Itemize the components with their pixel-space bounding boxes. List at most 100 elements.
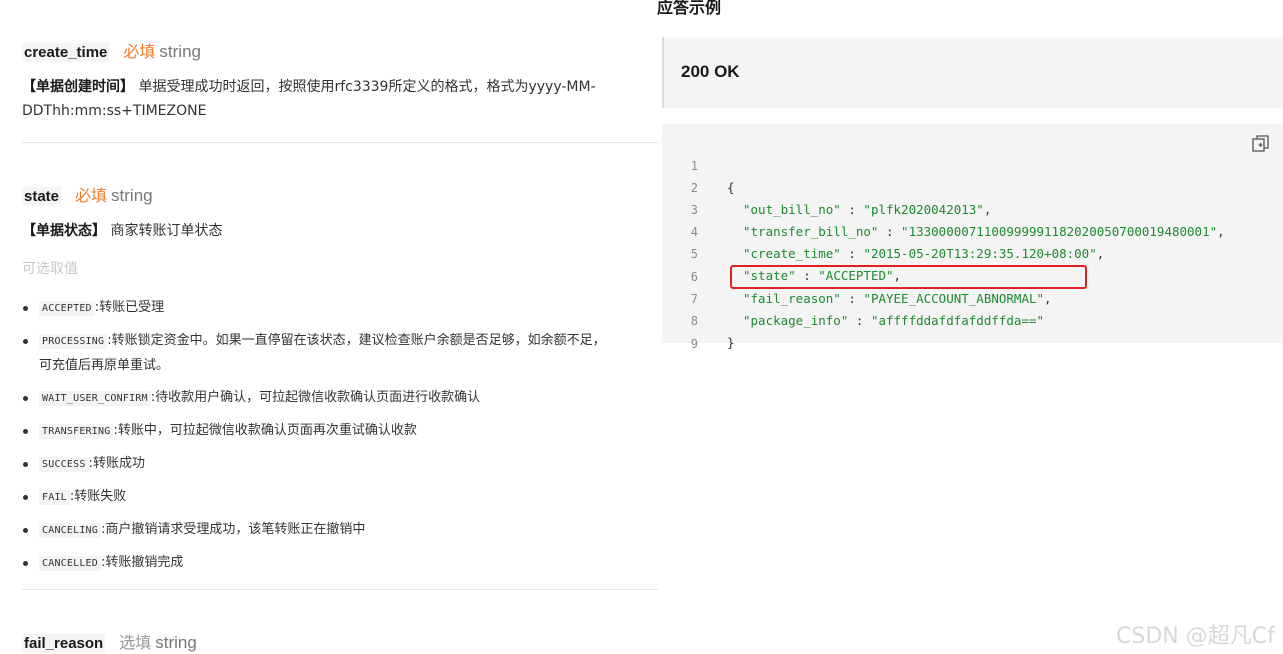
json-value: "133000007110099999118202005070001948000… [901, 224, 1218, 239]
code-line: 6 "fail_reason" : "PAYEE_ACCOUNT_ABNORMA… [662, 244, 1052, 306]
code-text: "transfer_bill_no" : "133000007110099999… [743, 221, 1225, 243]
json-key: "out_bill_no" [743, 202, 841, 217]
code-line: 7 "package_info" : "affffddafdfafddffda=… [662, 266, 1044, 328]
enum-text: 转账撤销完成 [105, 555, 184, 570]
enum-code: CANCELLED [39, 556, 101, 571]
json-colon: : [840, 246, 864, 261]
list-item: CANCELLED:转账撤销完成 [22, 551, 652, 576]
enum-text: 转账失败 [74, 489, 127, 504]
enum-text: 转账中，可拉起微信收款确认页面再次重试确认收款 [117, 423, 417, 438]
code-block: 1 { 2 "out_bill_no" : "plfk2020042013", … [662, 124, 1283, 351]
desc-text-cont: DDThh:mm:ss+TIMEZONE [22, 103, 207, 119]
param-create-time-header: create_time 必填 string [22, 38, 201, 62]
brace: { [727, 180, 735, 195]
json-comma: , [1044, 291, 1052, 306]
state-values-list: ACCEPTED:转账已受理 PROCESSING:转账锁定资金中。如果一直停留… [22, 296, 652, 584]
list-item: TRANSFERING:转账中，可拉起微信收款确认页面再次重试确认收款 [22, 419, 652, 444]
param-tag: 【单据状态】 [22, 223, 106, 239]
json-colon: : [878, 224, 902, 239]
list-item: CANCELING:商户撤销请求受理成功，该笔转账正在撤销中 [22, 518, 652, 543]
desc-text: 商家转账订单状态 [110, 223, 223, 239]
enum-code: SUCCESS [39, 457, 89, 472]
json-key: "fail_reason" [743, 291, 841, 306]
list-item: ACCEPTED:转账已受理 [22, 296, 652, 321]
json-key: "create_time" [743, 246, 841, 261]
json-key: "transfer_bill_no" [743, 224, 879, 239]
required-label: 必填 [123, 42, 156, 61]
enum-text: 转账已受理 [99, 300, 165, 315]
brace: } [727, 335, 735, 350]
list-item: FAIL:转账失败 [22, 485, 652, 510]
code-line: 8 } [662, 288, 735, 350]
json-value: "plfk2020042013" [863, 202, 984, 217]
enum-code: TRANSFERING [39, 424, 114, 439]
bullet [23, 561, 28, 566]
line-number: 9 [690, 337, 698, 351]
enum-code: FAIL [39, 490, 70, 505]
param-name: fail_reason [22, 634, 106, 653]
optional-values-label: 可选取值 [22, 261, 78, 277]
param-type: string [155, 633, 197, 652]
param-state-description: 【单据状态】 商家转账订单状态 [22, 219, 222, 243]
bullet [23, 495, 28, 500]
enum-text: 转账成功 [92, 456, 145, 471]
code-line: 2 "out_bill_no" : "plfk2020042013", [662, 155, 992, 217]
param-state-header: state 必填 string [22, 182, 153, 206]
param-name: create_time [22, 43, 110, 62]
list-item: SUCCESS:转账成功 [22, 452, 652, 477]
code-text: } [727, 332, 735, 354]
list-item: PROCESSING:转账锁定资金中。如果一直停留在该状态，建议检查账户余额是否… [22, 329, 652, 378]
param-type: string [111, 186, 153, 205]
divider [22, 589, 658, 590]
param-name: state [22, 187, 62, 206]
bullet [23, 528, 28, 533]
enum-text: 待收款用户确认，可拉起微信收款确认页面进行收款确认 [155, 390, 481, 405]
json-colon: : [840, 202, 864, 217]
code-line: 3 "transfer_bill_no" : "1330000071100999… [662, 177, 1225, 239]
status-code: 200 OK [681, 62, 740, 81]
enum-text-cont: 可充值后再原单重试。 [39, 358, 170, 373]
desc-text: 单据受理成功时返回，按照使用rfc3339所定义的格式，格式为yyyy-MM- [138, 79, 596, 95]
code-text: "out_bill_no" : "plfk2020042013", [743, 199, 991, 221]
optional-label: 选填 [119, 633, 152, 652]
bullet [23, 306, 28, 311]
enum-text: 转账锁定资金中。如果一直停留在该状态，建议检查账户余额是否足够，如余额不足， [111, 333, 606, 348]
code-line: 9 [662, 311, 698, 351]
response-status-box[interactable]: 200 OK [662, 37, 1283, 108]
param-fail-reason-header: fail_reason 选填 string [22, 629, 197, 653]
bullet [23, 462, 28, 467]
code-line: 4 "create_time" : "2015-05-20T13:29:35.1… [662, 199, 1104, 261]
param-tag: 【单据创建时间】 [22, 79, 134, 95]
param-create-time-description: 【单据创建时间】 单据受理成功时返回，按照使用rfc3339所定义的格式，格式为… [22, 75, 652, 123]
param-type: string [159, 42, 201, 61]
code-line: 5 "state" : "ACCEPTED", [662, 221, 901, 283]
enum-code: PROCESSING [39, 334, 108, 349]
divider [22, 142, 658, 143]
json-value: "affffddafdfafddffda==" [870, 313, 1045, 328]
response-example-title: 应答示例 [657, 0, 722, 17]
bullet [23, 396, 28, 401]
bullet [23, 339, 28, 344]
code-line: 1 { [662, 133, 735, 195]
json-comma: , [1217, 224, 1225, 239]
json-colon: : [840, 291, 864, 306]
enum-code: WAIT_USER_CONFIRM [39, 391, 151, 406]
highlight-box [730, 265, 1087, 289]
enum-code: ACCEPTED [39, 301, 95, 316]
json-key: "package_info" [743, 313, 849, 328]
code-text: "package_info" : "affffddafdfafddffda==" [743, 310, 1044, 332]
list-item: WAIT_USER_CONFIRM:待收款用户确认，可拉起微信收款确认页面进行收… [22, 386, 652, 411]
json-value: "PAYEE_ACCOUNT_ABNORMAL" [863, 291, 1045, 306]
enum-code: CANCELING [39, 523, 101, 538]
bullet [23, 429, 28, 434]
required-label: 必填 [75, 186, 108, 205]
json-comma: , [1096, 246, 1105, 261]
code-text: { [727, 177, 735, 199]
copy-icon[interactable] [1252, 135, 1269, 152]
json-value: "2015-05-20T13:29:35.120+08:00" [863, 246, 1097, 261]
watermark: CSDN @超凡Cf [1116, 624, 1275, 649]
json-colon: : [848, 313, 871, 328]
json-comma: , [983, 202, 992, 217]
code-text: "fail_reason" : "PAYEE_ACCOUNT_ABNORMAL"… [743, 288, 1052, 310]
enum-text: 商户撤销请求受理成功，该笔转账正在撤销中 [105, 522, 366, 537]
